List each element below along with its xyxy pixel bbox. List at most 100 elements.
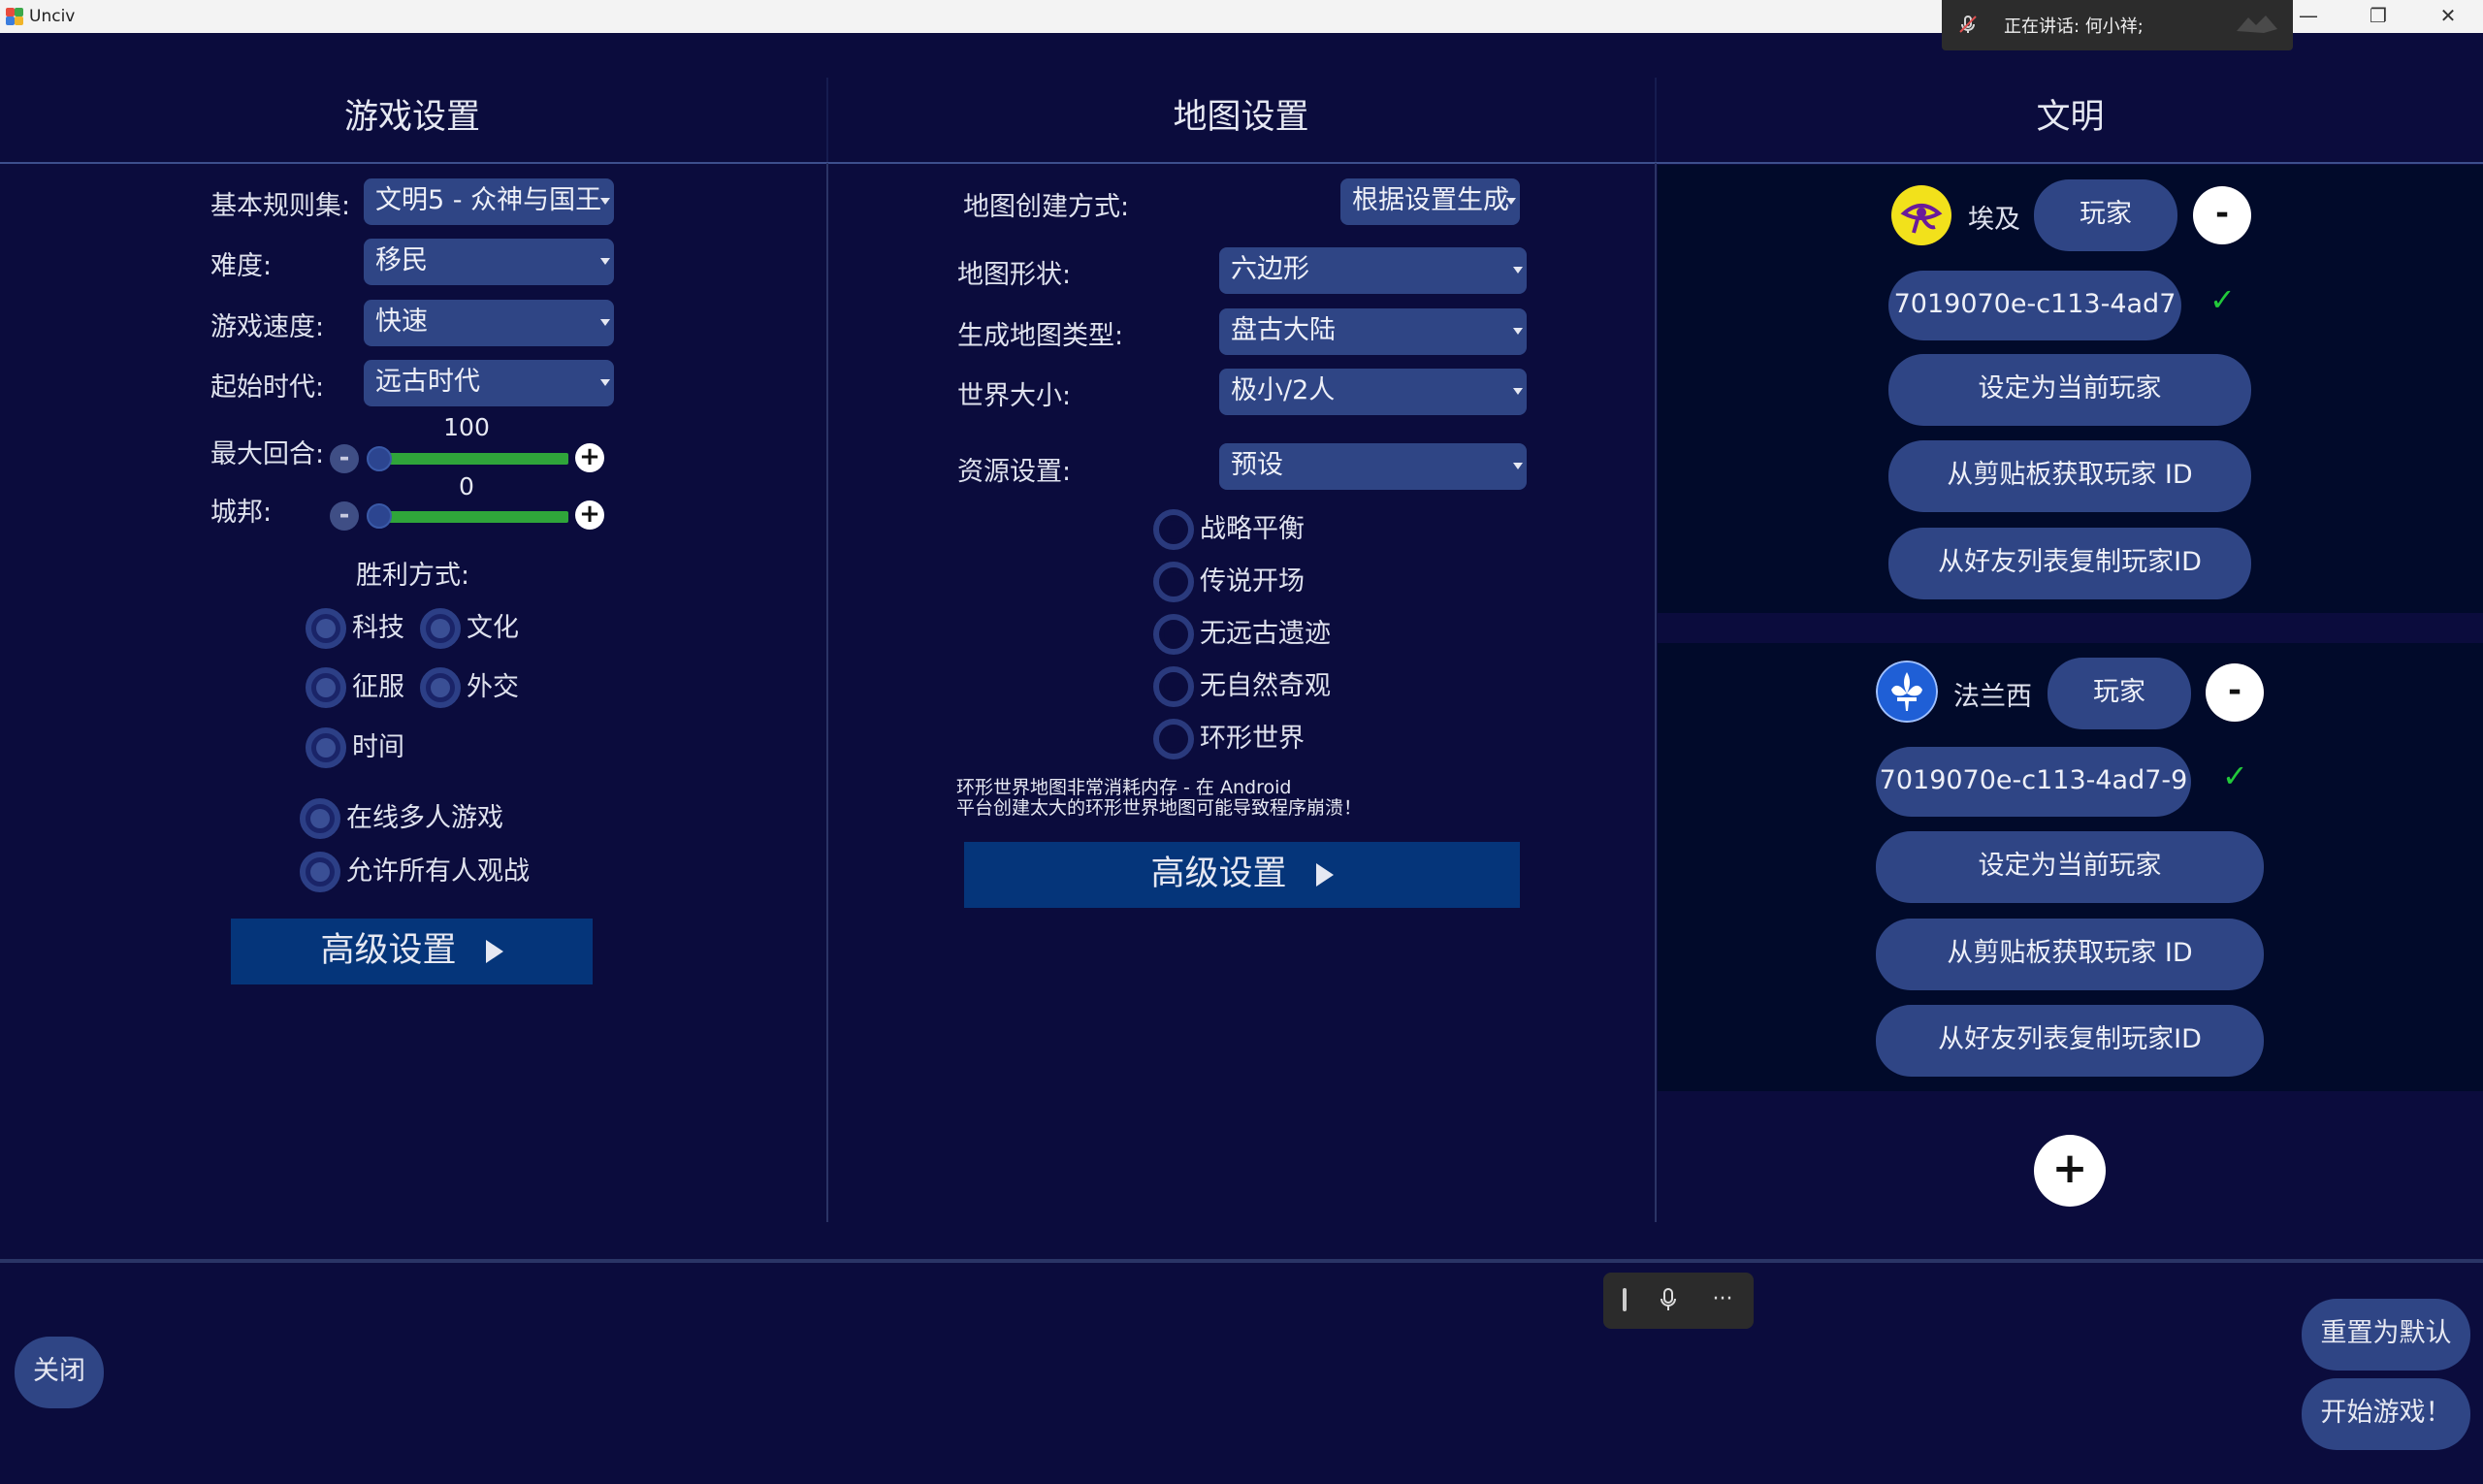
close-window-button[interactable]: ✕ — [2413, 0, 2483, 33]
victory-domination-label: 征服 — [352, 672, 404, 702]
close-button[interactable]: 关闭 — [15, 1337, 104, 1408]
chevron-down-icon — [1513, 328, 1523, 335]
player-id-from-clipboard-button[interactable]: 从剪贴板获取玩家 ID — [1876, 919, 2264, 990]
no-wonders-checkbox[interactable]: 无自然奇观 — [1153, 665, 1331, 708]
world-wrap-label: 环形世界 — [1200, 724, 1305, 754]
remove-player-button[interactable]: - — [2206, 663, 2264, 722]
game-advanced-settings-button[interactable]: 高级设置 — [231, 919, 593, 984]
game-speed-value: 快速 — [375, 306, 428, 337]
allow-spectators-label: 允许所有人观战 — [346, 856, 530, 887]
game-speed-select[interactable]: 快速 — [364, 300, 614, 346]
city-states-slider[interactable] — [378, 511, 568, 523]
max-turns-decrease-button[interactable]: - — [330, 444, 359, 473]
warning-line: 环形世界地图非常消耗内存 - 在 Android — [956, 777, 1292, 798]
allow-spectators-checkbox[interactable]: 允许所有人观战 — [300, 851, 530, 893]
set-current-player-button[interactable]: 设定为当前玩家 — [1888, 354, 2251, 426]
victory-science-checkbox[interactable]: 科技 — [306, 607, 404, 650]
france-fleur-de-lis-icon — [1876, 661, 1938, 723]
checkbox-icon — [300, 798, 340, 839]
legendary-start-checkbox[interactable]: 传说开场 — [1153, 561, 1305, 603]
copy-player-id-from-friends-button[interactable]: 从好友列表复制玩家ID — [1876, 1005, 2264, 1077]
more-options-button[interactable]: ··· — [1698, 1273, 1747, 1329]
strategic-balance-checkbox[interactable]: 战略平衡 — [1153, 508, 1305, 551]
victory-science-label: 科技 — [352, 613, 404, 643]
column-divider — [1655, 163, 1657, 1222]
victory-domination-checkbox[interactable]: 征服 — [306, 666, 404, 709]
player-id-from-clipboard-button[interactable]: 从剪贴板获取玩家 ID — [1888, 440, 2251, 512]
player-type-button[interactable]: 玩家 — [2034, 179, 2177, 251]
id-valid-check-icon: ✓ — [2222, 758, 2248, 794]
starting-era-select[interactable]: 远古时代 — [364, 360, 614, 406]
victory-time-checkbox[interactable]: 时间 — [306, 726, 404, 769]
microphone-icon — [1661, 1288, 1676, 1310]
remove-player-button[interactable]: - — [2193, 186, 2251, 244]
map-creation-select[interactable]: 根据设置生成 — [1340, 178, 1520, 225]
world-size-select[interactable]: 极小/2人 — [1219, 369, 1527, 415]
city-states-value: 0 — [459, 472, 474, 500]
max-turns-label: 最大回合: — [210, 439, 325, 469]
map-type-select[interactable]: 盘古大陆 — [1219, 308, 1527, 355]
app-icon — [6, 8, 23, 25]
chevron-down-icon — [1513, 267, 1523, 274]
max-turns-slider[interactable] — [378, 453, 568, 465]
civilizations-title: 文明 — [2036, 98, 2105, 137]
resource-setting-select[interactable]: 预设 — [1219, 443, 1527, 490]
game-advanced-settings-label: 高级设置 — [320, 931, 457, 970]
divider — [1655, 78, 1657, 163]
city-states-slider-handle[interactable] — [367, 503, 392, 529]
no-ruins-checkbox[interactable]: 无远古遗迹 — [1153, 613, 1331, 656]
checkbox-icon — [300, 852, 340, 892]
id-valid-check-icon: ✓ — [2209, 281, 2236, 318]
window-title: Unciv — [29, 7, 76, 26]
start-game-button[interactable]: 开始游戏！ — [2302, 1378, 2470, 1450]
map-type-value: 盘古大陆 — [1231, 315, 1336, 345]
add-player-button[interactable]: + — [2034, 1135, 2106, 1207]
ruleset-select[interactable]: 文明5 - 众神与国王 — [364, 178, 614, 225]
city-states-increase-button[interactable]: + — [575, 500, 604, 530]
speaking-indicator: 正在讲话: 何小祥; — [1942, 0, 2293, 50]
floating-toolbar: ··· — [1603, 1273, 1754, 1329]
city-states-decrease-button[interactable]: - — [330, 501, 359, 531]
copy-player-id-from-friends-button[interactable]: 从好友列表复制玩家ID — [1888, 528, 2251, 599]
player-id-input[interactable]: 7019070e-c113-4ad7-9 — [1876, 747, 2191, 817]
play-arrow-icon — [1315, 863, 1334, 887]
starting-era-value: 远古时代 — [375, 367, 480, 397]
checkbox-icon — [1153, 719, 1194, 759]
chevron-down-icon — [1513, 388, 1523, 395]
map-advanced-settings-label: 高级设置 — [1150, 855, 1287, 893]
checkbox-icon — [306, 667, 346, 708]
reset-to-default-button[interactable]: 重置为默认 — [2302, 1299, 2470, 1371]
chevron-down-icon — [1513, 463, 1523, 469]
divider — [826, 78, 828, 163]
max-turns-increase-button[interactable]: + — [575, 443, 604, 472]
world-wrap-checkbox[interactable]: 环形世界 — [1153, 718, 1305, 760]
no-wonders-label: 无自然奇观 — [1200, 671, 1331, 701]
drag-handle-icon[interactable] — [1611, 1273, 1638, 1329]
resource-setting-label: 资源设置: — [957, 457, 1072, 487]
map-creation-value: 根据设置生成 — [1352, 185, 1509, 215]
online-multiplayer-label: 在线多人游戏 — [346, 803, 503, 833]
resource-setting-value: 预设 — [1231, 450, 1283, 480]
checkbox-icon — [1153, 614, 1194, 655]
player-type-button[interactable]: 玩家 — [2048, 658, 2191, 729]
victory-culture-label: 文化 — [467, 613, 519, 643]
player-id-input[interactable]: 7019070e-c113-4ad7 — [1888, 271, 2181, 340]
online-multiplayer-checkbox[interactable]: 在线多人游戏 — [300, 797, 503, 840]
map-advanced-settings-button[interactable]: 高级设置 — [964, 842, 1520, 908]
warning-line: 平台创建太大的环形世界地图可能导致程序崩溃！ — [956, 797, 1363, 819]
difficulty-select[interactable]: 移民 — [364, 239, 614, 285]
chevron-down-icon — [600, 198, 610, 205]
map-shape-select[interactable]: 六边形 — [1219, 247, 1527, 294]
map-type-label: 生成地图类型: — [957, 321, 1124, 351]
ruleset-label: 基本规则集: — [210, 191, 351, 221]
game-speed-label: 游戏速度: — [210, 312, 325, 342]
map-shape-label: 地图形状: — [957, 260, 1072, 290]
max-turns-value: 100 — [443, 413, 490, 441]
victory-diplomatic-checkbox[interactable]: 外交 — [420, 666, 519, 709]
max-turns-slider-handle[interactable] — [367, 446, 392, 471]
maximize-button[interactable]: ❐ — [2343, 0, 2413, 33]
map-creation-label: 地图创建方式: — [963, 192, 1130, 222]
set-current-player-button[interactable]: 设定为当前玩家 — [1876, 831, 2264, 903]
victory-culture-checkbox[interactable]: 文化 — [420, 607, 519, 650]
microphone-button[interactable] — [1644, 1273, 1693, 1329]
